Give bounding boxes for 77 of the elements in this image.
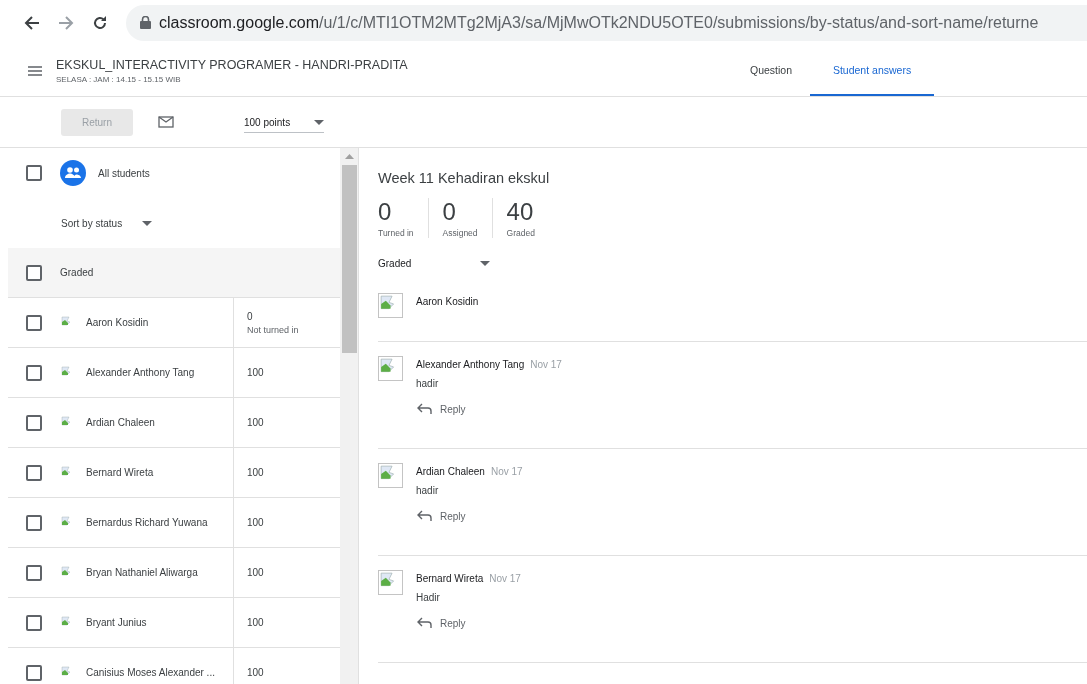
checkbox[interactable] — [26, 514, 42, 531]
grade: 100 — [247, 367, 265, 378]
answer-date: Nov 17 — [490, 466, 523, 477]
grade-note: Not turned in — [247, 324, 300, 335]
checkbox[interactable] — [26, 364, 42, 381]
group-label: Graded — [60, 267, 94, 278]
checkbox[interactable] — [26, 314, 42, 331]
reply-button[interactable]: Reply — [416, 510, 523, 522]
student-name[interactable]: Canisius Moses Alexander ... — [86, 667, 215, 678]
grade: 100 — [247, 667, 265, 678]
student-name: Aaron Kosidin — [416, 296, 479, 307]
all-students-label: All students — [98, 167, 150, 179]
points-dropdown[interactable]: 100 points — [244, 117, 324, 133]
class-title: EKSKUL_INTERACTIVITY PROGRAMER - HANDRI-PRADITA — [56, 57, 409, 72]
stat-value: 40 — [506, 198, 535, 226]
answer-date: Nov 17 — [530, 359, 562, 370]
stat-value: 0 — [378, 198, 393, 226]
broken-image-icon — [378, 293, 403, 318]
checkbox[interactable] — [26, 264, 42, 281]
grade: 100 — [247, 517, 265, 528]
student-name[interactable]: Alexander Anthony Tang — [86, 367, 195, 378]
student-name[interactable]: Aaron Kosidin — [86, 317, 149, 328]
student-name: Bernard Wireta — [416, 573, 484, 584]
stat-label: Graded — [506, 228, 535, 238]
answer-text: Hadir — [416, 592, 441, 603]
answer-text: hadir — [416, 378, 440, 389]
back-arrow-icon[interactable] — [24, 14, 40, 31]
checkbox[interactable] — [26, 414, 42, 431]
reply-button[interactable]: Reply — [416, 617, 521, 629]
grade: 100 — [247, 467, 265, 478]
broken-image-icon — [378, 570, 403, 595]
grade: 100 — [247, 617, 265, 628]
stat-label: Turned in — [378, 228, 414, 238]
menu-icon[interactable] — [28, 65, 42, 76]
dropdown-caret-icon[interactable] — [480, 261, 490, 266]
reload-icon[interactable] — [92, 14, 108, 31]
lock-icon — [140, 16, 151, 29]
grade: 100 — [247, 567, 265, 578]
forward-arrow-icon[interactable] — [58, 14, 74, 31]
url-path: /u/1/c/MTI1OTM2MTg2MjA3/sa/MjMwOTk2NDU5OTE0/submissions/by-status/and-sort-name/returne — [319, 13, 1039, 32]
student-name: Alexander Anthony Tang — [416, 359, 525, 370]
broken-image-icon — [378, 463, 403, 488]
checkbox[interactable] — [26, 614, 42, 631]
class-schedule: SELASA : JAM : 14.15 - 15.15 WIB — [56, 74, 182, 84]
reply-arrow-icon — [416, 510, 432, 522]
stat-value: 0 — [442, 198, 457, 226]
student-name[interactable]: Bernardus Richard Yuwana — [86, 517, 208, 528]
reply-arrow-icon — [416, 617, 432, 629]
dropdown-caret-icon[interactable] — [314, 120, 324, 125]
student-name[interactable]: Ardian Chaleen — [86, 417, 155, 428]
tab[interactable]: Student answers — [810, 45, 935, 96]
broken-image-icon — [378, 356, 403, 381]
checkbox[interactable] — [26, 664, 42, 681]
reply-button[interactable]: Reply — [416, 403, 562, 415]
filter-dropdown[interactable]: Graded — [378, 258, 490, 269]
dropdown-caret-icon[interactable] — [142, 220, 153, 226]
mail-icon[interactable] — [158, 116, 174, 128]
stat-label: Assigned — [442, 228, 478, 238]
sort-dropdown[interactable]: Sort by status — [61, 217, 153, 229]
answer-text: hadir — [416, 485, 440, 496]
student-name[interactable]: Bernard Wireta — [86, 467, 154, 478]
student-name: Ardian Chaleen — [416, 466, 485, 477]
grade: 100 — [247, 417, 265, 428]
checkbox[interactable] — [26, 165, 42, 181]
assignment-title: Week 11 Kehadiran ekskul — [378, 170, 551, 186]
checkbox[interactable] — [26, 564, 42, 581]
student-name[interactable]: Bryant Junius — [86, 617, 147, 628]
checkbox[interactable] — [26, 464, 42, 481]
scrollbar[interactable] — [340, 148, 358, 684]
reply-arrow-icon — [416, 403, 432, 415]
answer-date: Nov 17 — [489, 573, 521, 584]
student-name[interactable]: Bryan Nathaniel Aliwarga — [86, 567, 198, 578]
url-host: classroom.google.com — [159, 13, 320, 32]
tab[interactable]: Question — [732, 45, 811, 96]
people-icon — [60, 160, 86, 186]
grade: 0 — [247, 310, 254, 322]
address-bar[interactable]: classroom.google.com/u/1/c/MTI1OTM2MTg2MjA3/sa/MjMwOTk2NDU5OTE0/submissions/by-status/and-sort-name/returne — [126, 4, 1087, 41]
